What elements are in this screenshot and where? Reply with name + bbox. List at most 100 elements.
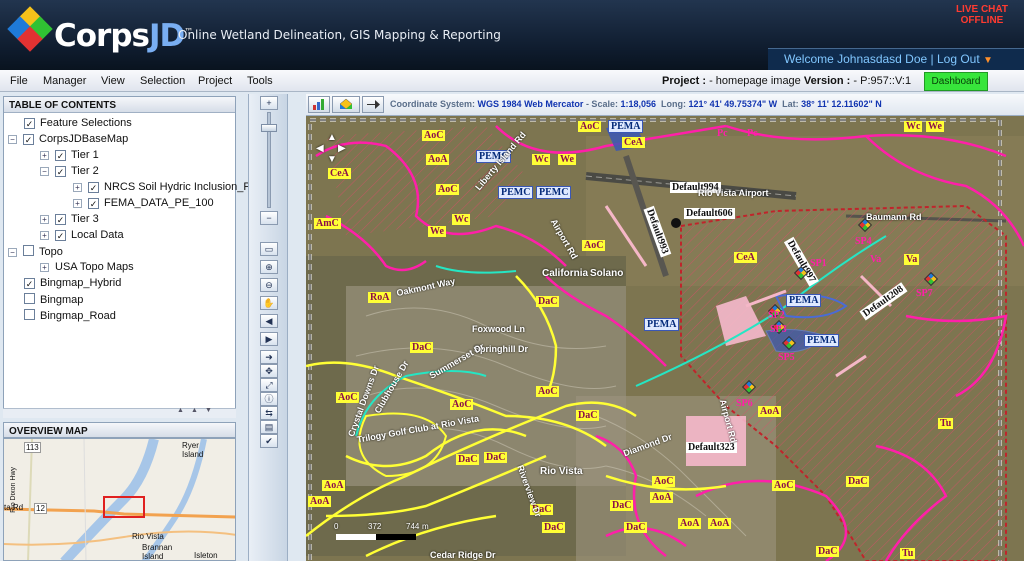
checkbox-checked-icon[interactable]: ✓ (55, 166, 66, 177)
live-chat-status[interactable]: LIVE CHAT OFFLINE (956, 4, 1008, 26)
map-soil-label[interactable]: Va (904, 254, 920, 265)
map-default-label[interactable]: Default606 (684, 208, 735, 219)
checkbox-checked-icon[interactable]: ✓ (23, 134, 34, 145)
map-soil-label[interactable]: AoA (322, 480, 346, 491)
welcome-logout-link[interactable]: Welcome Johnasdasd Doe | Log Out ▼ (768, 48, 1024, 70)
map-soil-label[interactable]: AoC (582, 240, 606, 251)
zoom-out-icon[interactable]: − (260, 211, 278, 225)
toc-item-nrcs-soil[interactable]: + ✓ NRCS Soil Hydric Inclusion_P (73, 181, 251, 197)
zoom-in-icon[interactable]: + (260, 96, 278, 110)
sample-point-label[interactable]: SP5 (778, 352, 795, 363)
expand-icon[interactable]: + (40, 231, 49, 240)
identify-icon[interactable]: ⓘ (260, 392, 278, 406)
map-soil-label[interactable]: CeA (622, 137, 645, 148)
expand-icon[interactable]: + (73, 183, 82, 192)
chart-icon[interactable] (308, 96, 330, 113)
sample-point-label[interactable]: SP7 (916, 288, 933, 299)
map-wetland-label[interactable]: PEMA (644, 318, 680, 331)
sample-point-label[interactable]: SP4 (855, 236, 872, 247)
toc-item-tier-1[interactable]: + ✓ Tier 1 (40, 149, 99, 165)
sample-point-label[interactable]: SP1 (810, 258, 827, 269)
zoom-in-tool-icon[interactable]: ⊕ (260, 260, 278, 274)
map-soil-label[interactable]: Wc (904, 121, 923, 132)
map-soil-label[interactable]: DaC (536, 296, 560, 307)
map-wetland-label[interactable]: PEMC (498, 186, 534, 199)
map-soil-label[interactable]: Tu (900, 548, 916, 559)
select-icon[interactable]: ▭ (260, 242, 278, 256)
map-soil-label[interactable]: We (926, 121, 944, 132)
map-soil-label[interactable]: AoC (578, 121, 602, 132)
map-soil-label[interactable]: Pc (717, 128, 728, 139)
map-soil-label[interactable]: AoC (652, 476, 676, 487)
menu-view[interactable]: View (101, 75, 125, 87)
checkbox-checked-icon[interactable]: ✓ (55, 214, 66, 225)
expand-icon[interactable]: + (40, 151, 49, 160)
collapse-icon[interactable]: − (40, 167, 49, 176)
toc-item-bingmap-road[interactable]: Bingmap_Road (24, 309, 116, 325)
map-soil-label[interactable]: DaC (610, 500, 634, 511)
menu-tools[interactable]: Tools (247, 75, 273, 87)
pan-left-icon[interactable]: ◀ (316, 143, 324, 154)
menu-project[interactable]: Project (198, 75, 232, 87)
map-soil-label[interactable]: AoC (336, 392, 360, 403)
map-soil-label[interactable]: AoC (422, 130, 446, 141)
checkbox-checked-icon[interactable]: ✓ (88, 182, 99, 193)
forward-extent-icon[interactable]: ▶ (260, 332, 278, 346)
checkbox-checked-icon[interactable]: ✓ (24, 118, 35, 129)
map-soil-label[interactable]: We (428, 226, 446, 237)
overview-map[interactable]: 113 Ryer Island Rio Dixon Hwy 12 ta Rd R… (3, 438, 236, 561)
menu-selection[interactable]: Selection (140, 75, 185, 87)
map-soil-label[interactable]: Tu (938, 418, 954, 429)
checkbox-unchecked-icon[interactable] (24, 293, 35, 304)
checkbox-unchecked-icon[interactable] (23, 245, 34, 256)
zoom-extent-icon[interactable]: ⤢ (260, 378, 278, 392)
map-canvas[interactable]: AoC CeA AoA AoC Wc We Pc Pc Wc We AmC We… (306, 116, 1024, 561)
collapse-icon[interactable]: − (8, 248, 17, 257)
layers-icon[interactable]: ▤ (260, 420, 278, 434)
map-soil-label[interactable]: CeA (328, 168, 351, 179)
map-soil-label[interactable]: AoA (650, 492, 674, 503)
map-soil-label[interactable]: DaC (846, 476, 870, 487)
pan-right-icon[interactable]: ▶ (338, 143, 346, 154)
zoom-slider-handle[interactable] (261, 124, 277, 132)
map-soil-label[interactable]: DaC (816, 546, 840, 557)
expand-icon[interactable]: + (40, 215, 49, 224)
map-soil-label[interactable]: DaC (484, 452, 508, 463)
measure-icon[interactable]: ⇆ (260, 406, 278, 420)
expand-icon[interactable]: + (40, 263, 49, 272)
sample-point-label[interactable]: SP3 (770, 324, 787, 335)
pan-down-icon[interactable]: ▼ (327, 154, 337, 165)
toc-item-corpsjd-basemap[interactable]: − ✓ CorpsJDBaseMap (8, 133, 128, 149)
zoom-out-tool-icon[interactable]: ⊖ (260, 278, 278, 292)
back-extent-icon[interactable]: ◀ (260, 314, 278, 328)
pan-up-icon[interactable]: ▲ (327, 132, 337, 143)
map-soil-label[interactable]: We (558, 154, 576, 165)
map-wetland-label[interactable]: PEMA (804, 334, 840, 347)
map-soil-label[interactable]: AoA (426, 154, 450, 165)
toc-item-tier-3[interactable]: + ✓ Tier 3 (40, 213, 99, 229)
arrow-icon[interactable]: ➜ (260, 350, 278, 364)
map-soil-label[interactable]: DaC (410, 342, 434, 353)
toc-item-tier-2[interactable]: − ✓ Tier 2 (40, 165, 99, 181)
map-soil-label[interactable]: AoA (708, 518, 732, 529)
arrow-icon[interactable] (362, 96, 384, 113)
map-soil-label[interactable]: AmC (314, 218, 341, 229)
sample-point-label[interactable]: SP6 (736, 398, 753, 409)
sample-point-label[interactable]: SP2 (768, 310, 785, 321)
checkmark-icon[interactable]: ✔ (260, 434, 278, 448)
map-wetland-label[interactable]: PEMA (608, 120, 644, 133)
map-soil-label[interactable]: DaC (624, 522, 648, 533)
map-soil-label[interactable]: AoC (772, 480, 796, 491)
map-soil-label[interactable]: AoA (308, 496, 332, 507)
map-soil-label[interactable]: AoA (678, 518, 702, 529)
map-wetland-label[interactable]: PEMA (786, 294, 822, 307)
map-soil-label[interactable]: DaC (542, 522, 566, 533)
map-soil-label[interactable]: DaC (456, 454, 480, 465)
dashboard-button[interactable]: Dashboard (924, 72, 988, 91)
pan-icon[interactable]: ✋ (260, 296, 278, 310)
pan-arrows-icon[interactable]: ▲ ◀ ▶ ▼ (316, 132, 350, 166)
toc-item-feature-selections[interactable]: ✓ Feature Selections (24, 117, 132, 133)
map-soil-label[interactable]: Pc (747, 128, 758, 139)
checkbox-checked-icon[interactable]: ✓ (55, 150, 66, 161)
map-soil-label[interactable]: AoA (758, 406, 782, 417)
